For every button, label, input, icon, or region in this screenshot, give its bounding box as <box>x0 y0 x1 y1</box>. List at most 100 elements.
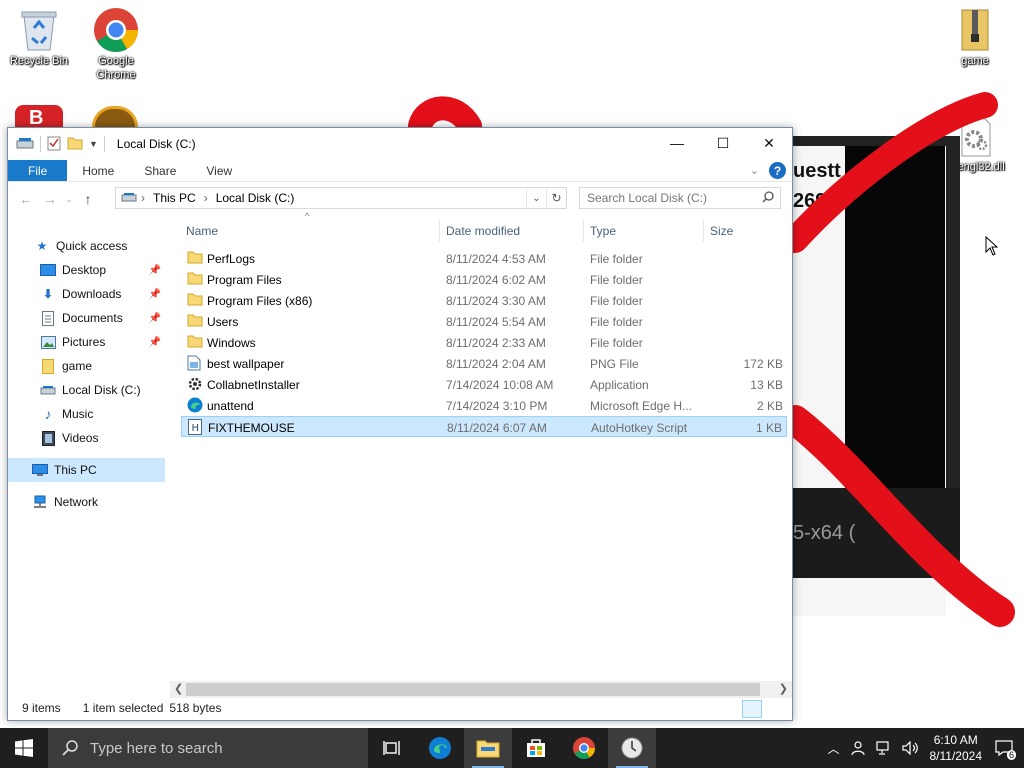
tab-view[interactable]: View <box>191 160 247 181</box>
nav-item-label: Documents <box>62 311 123 325</box>
drive-small-icon <box>121 191 137 205</box>
scroll-left-arrow-icon[interactable]: ❮ <box>174 682 183 695</box>
star-icon: ★ <box>36 239 48 253</box>
minimize-button[interactable]: — <box>654 128 700 158</box>
new-folder-icon[interactable] <box>67 136 83 153</box>
close-button[interactable]: ✕ <box>746 128 792 158</box>
file-row[interactable]: unattend 7/14/2024 3:10 PM Microsoft Edge … <box>181 395 787 416</box>
drive-icon[interactable] <box>16 137 34 152</box>
file-row[interactable]: Program Files 8/11/2024 6:02 AM File folde… <box>181 269 787 290</box>
pin-icon[interactable]: 📌 <box>149 337 161 348</box>
back-arrow-icon[interactable]: ← <box>14 191 38 207</box>
taskbar-task-view[interactable] <box>368 728 416 768</box>
chevron-down-icon[interactable]: ▼ <box>89 139 98 149</box>
file-row[interactable]: H FIXTHEMOUSE 8/11/2024 6:07 AM AutoHotkey … <box>181 416 787 437</box>
nav-item-videos[interactable]: Videos <box>8 426 165 450</box>
taskbar-file-explorer[interactable] <box>464 728 512 768</box>
file-row[interactable]: PerfLogs 8/11/2024 4:53 AM File folder <box>181 248 787 269</box>
column-header-name[interactable]: Name <box>186 224 218 238</box>
computer-icon <box>32 462 48 478</box>
address-dropdown-chevron-icon[interactable]: ⌄ <box>526 188 546 208</box>
pin-icon[interactable]: 📌 <box>149 265 161 276</box>
nav-item-desktop[interactable]: Desktop 📌 <box>8 258 165 282</box>
column-separator[interactable] <box>439 220 440 242</box>
pictures-icon <box>40 334 56 350</box>
desktop-icon <box>40 262 56 278</box>
taskbar-store[interactable] <box>512 728 560 768</box>
pin-icon[interactable]: 📌 <box>149 289 161 300</box>
ribbon-tabs: File Home Share View ⌄ ? <box>8 160 792 182</box>
file-row[interactable]: Windows 8/11/2024 2:33 AM File folder <box>181 332 787 353</box>
taskbar-edge[interactable] <box>416 728 464 768</box>
nav-item-quick-access[interactable]: ★ Quick access <box>8 234 165 258</box>
show-hidden-icons-chevron-icon[interactable]: ︿ <box>827 740 839 757</box>
taskbar: Type here to search ︿ 6:10 AM 8/11/2024 … <box>0 728 1024 768</box>
tab-home[interactable]: Home <box>67 160 129 181</box>
taskbar-clock-app[interactable] <box>608 728 656 768</box>
file-date-modified: 7/14/2024 10:08 AM <box>446 378 554 392</box>
tab-share[interactable]: Share <box>129 160 191 181</box>
taskbar-search[interactable]: Type here to search <box>48 728 368 768</box>
details-view-button[interactable] <box>742 700 762 718</box>
nav-item-label: Downloads <box>62 287 122 301</box>
download-icon: ⬇ <box>42 287 54 301</box>
file-row[interactable]: CollabnetInstaller 7/14/2024 10:08 AM Appl… <box>181 374 787 395</box>
column-header-date-modified[interactable]: Date modified <box>446 224 520 238</box>
volume-icon[interactable] <box>901 741 920 755</box>
pin-icon[interactable]: 📌 <box>149 313 161 324</box>
file-row[interactable]: Users 8/11/2024 5:54 AM File folder <box>181 311 787 332</box>
taskbar-search-input[interactable]: Type here to search <box>90 740 223 757</box>
network-icon <box>32 494 48 510</box>
breadcrumb-this-pc[interactable]: This PC <box>149 191 200 205</box>
forward-arrow-icon[interactable]: → <box>38 191 62 207</box>
column-header-size[interactable]: Size <box>710 224 733 238</box>
quick-access-toolbar: ▼ <box>8 128 105 160</box>
column-separator[interactable] <box>583 220 584 242</box>
search-box[interactable]: Search Local Disk (C:) <box>579 187 781 209</box>
taskbar-clock[interactable]: 6:10 AM 8/11/2024 <box>930 732 983 764</box>
nav-item-label: Network <box>54 495 99 509</box>
expand-ribbon-chevron-icon[interactable]: ⌄ <box>750 164 759 177</box>
action-center-button[interactable]: 6 <box>992 736 1016 760</box>
breadcrumb-local-disk[interactable]: Local Disk (C:) <box>212 191 299 205</box>
title-bar[interactable]: ▼ Local Disk (C:) — ☐ ✕ <box>8 128 792 160</box>
up-arrow-icon[interactable]: ↑ <box>76 191 100 207</box>
column-header-type[interactable]: Type <box>590 224 616 238</box>
breadcrumb-separator-icon[interactable]: › <box>200 191 212 205</box>
folder-icon <box>187 271 203 287</box>
breadcrumb-separator-icon[interactable]: › <box>137 191 149 205</box>
store-icon <box>527 739 545 757</box>
start-button[interactable] <box>0 728 48 768</box>
help-button[interactable]: ? <box>769 162 786 179</box>
file-date-modified: 8/11/2024 6:07 AM <box>447 421 547 435</box>
nav-item-music[interactable]: ♪ Music <box>8 402 165 426</box>
nav-item-documents[interactable]: Documents 📌 <box>8 306 165 330</box>
nav-item-network[interactable]: Network <box>8 490 165 514</box>
nav-item-downloads[interactable]: ⬇ Downloads 📌 <box>8 282 165 306</box>
file-type: File folder <box>590 252 643 266</box>
network-status-icon[interactable] <box>875 741 892 755</box>
refresh-icon[interactable]: ↻ <box>546 188 566 208</box>
search-input[interactable]: Search Local Disk (C:) <box>587 191 707 205</box>
recent-locations-chevron-icon[interactable]: ⌄ <box>62 194 76 205</box>
taskbar-chrome[interactable] <box>560 728 608 768</box>
file-name: FIXTHEMOUSE <box>208 421 295 435</box>
address-bar[interactable]: › This PC › Local Disk (C:) ⌄ ↻ <box>115 187 567 209</box>
nav-item-local-disk[interactable]: Local Disk (C:) <box>8 378 165 402</box>
nav-item-pictures[interactable]: Pictures 📌 <box>8 330 165 354</box>
clock-app-icon <box>621 737 643 759</box>
large-icons-view-button[interactable] <box>766 700 786 718</box>
properties-icon[interactable] <box>47 135 61 154</box>
file-row[interactable]: best wallpaper 8/11/2024 2:04 AM PNG File 1… <box>181 353 787 374</box>
nav-item-game[interactable]: game <box>8 354 165 378</box>
file-row[interactable]: Program Files (x86) 8/11/2024 3:30 AM File… <box>181 290 787 311</box>
scroll-right-arrow-icon[interactable]: ❯ <box>779 682 788 695</box>
file-explorer-window[interactable]: ▼ Local Disk (C:) — ☐ ✕ File Home Share … <box>7 127 793 721</box>
tab-file[interactable]: File <box>8 160 68 181</box>
file-name: PerfLogs <box>207 252 256 266</box>
column-separator[interactable] <box>703 220 704 242</box>
scrollbar-thumb[interactable] <box>186 683 760 696</box>
maximize-button[interactable]: ☐ <box>700 128 746 158</box>
people-icon[interactable] <box>850 740 866 756</box>
nav-item-this-pc[interactable]: This PC <box>8 458 165 482</box>
